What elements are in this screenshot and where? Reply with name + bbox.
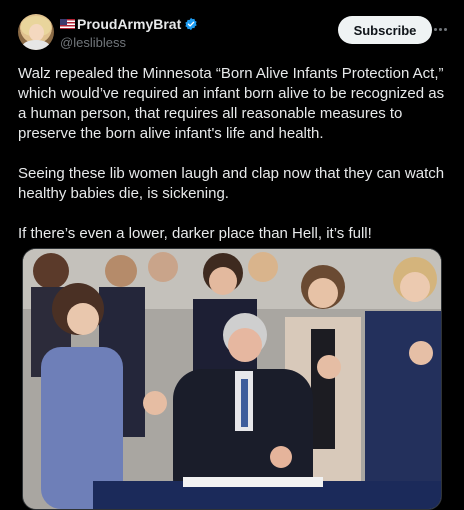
post-header: ProudArmyBrat @leslibless Subscribe	[18, 14, 448, 54]
us-flag-icon	[60, 19, 75, 29]
bill-signing-photo	[23, 249, 441, 509]
post-paragraph: Seeing these lib women laugh and clap no…	[18, 165, 445, 202]
post: ProudArmyBrat @leslibless Subscribe Walz…	[0, 0, 464, 510]
post-media-image[interactable]	[22, 248, 442, 510]
subscribe-button[interactable]: Subscribe	[338, 16, 432, 44]
display-name-row: ProudArmyBrat	[60, 15, 198, 33]
display-name[interactable]: ProudArmyBrat	[77, 16, 181, 32]
post-paragraph: Walz repealed the Minnesota “Born Alive …	[18, 65, 445, 142]
handle[interactable]: @leslibless	[60, 35, 198, 50]
author-names: ProudArmyBrat @leslibless	[60, 15, 198, 50]
post-text: Walz repealed the Minnesota “Born Alive …	[18, 64, 448, 264]
verified-badge-icon	[185, 17, 197, 31]
post-paragraph: If there’s even a lower, darker place th…	[18, 225, 372, 242]
avatar-shoulders	[22, 40, 50, 50]
avatar[interactable]	[18, 14, 54, 50]
avatar-face	[29, 24, 44, 41]
more-icon[interactable]	[432, 22, 448, 36]
